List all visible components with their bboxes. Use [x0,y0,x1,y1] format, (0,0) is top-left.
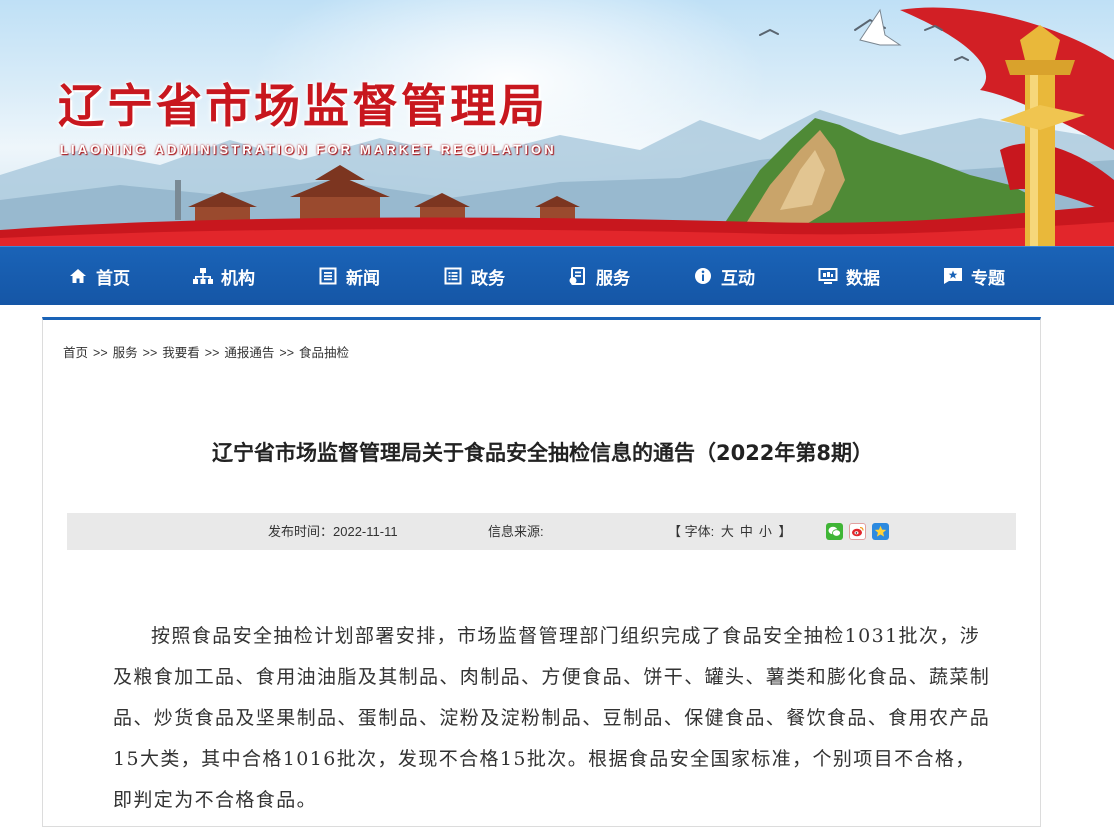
info-icon [693,266,713,286]
org-chart-icon [193,266,213,286]
nav-item-home[interactable]: 首页 [68,247,130,305]
breadcrumb-want-to-see[interactable]: 我要看 [162,346,200,360]
breadcrumb-service[interactable]: 服务 [113,346,138,360]
breadcrumb-food-inspection[interactable]: 食品抽检 [299,346,349,360]
qzone-share-icon[interactable] [872,523,889,540]
breadcrumb-separator: >> [204,346,220,360]
font-size-small-button[interactable]: 小 [759,524,772,539]
weibo-share-icon[interactable] [849,523,866,540]
source-label: 信息来源: [488,524,544,539]
data-icon [818,266,838,286]
font-label-close: 】 [778,524,792,539]
breadcrumb-home[interactable]: 首页 [63,346,88,360]
nav-label: 数据 [846,268,880,289]
nav-label: 专题 [971,268,1005,289]
publish-label: 发布时间： [268,524,334,539]
nav-item-interact[interactable]: 互动 [693,247,755,305]
nav-label: 服务 [596,268,630,289]
nav-item-org[interactable]: 机构 [193,247,255,305]
site-title: 辽宁省市场监督管理局 [58,79,548,133]
home-icon [68,266,88,286]
breadcrumb-separator: >> [93,346,108,360]
breadcrumb-separator: >> [142,346,158,360]
wechat-share-icon[interactable] [826,523,843,540]
nav-item-government[interactable]: 政务 [443,247,505,305]
tower [175,180,181,220]
nav-item-topics[interactable]: 专题 [943,247,1005,305]
font-size-medium-button[interactable]: 中 [740,524,753,539]
breadcrumb: 首页 >> 服务 >> 我要看 >> 通报通告 >> 食品抽检 [63,342,349,361]
publish-info: 发布时间：2022-11-11 [268,513,398,550]
content-card: 首页 >> 服务 >> 我要看 >> 通报通告 >> 食品抽检 辽宁省市场监督管理局关于食品安全… [42,317,1041,827]
breadcrumb-notices[interactable]: 通报通告 [224,346,274,360]
share-icons [826,523,889,540]
publish-date: 2022-11-11 [333,524,398,539]
nav-item-data[interactable]: 数据 [818,247,880,305]
nav-label: 机构 [221,268,255,289]
article-paragraph: 按照食品安全抽检计划部署安排，市场监督管理部门组织完成了食品安全抽检1031批次… [113,625,991,811]
list-icon [443,266,463,286]
nav-label: 政务 [471,268,505,289]
seagull [859,8,902,46]
site-subtitle: LIAONING ADMINISTRATION FOR MARKET REGUL… [60,142,557,157]
nav-item-service[interactable]: 服务 [568,247,630,305]
star-flag-icon [943,266,963,286]
service-icon [568,266,588,286]
nav-label: 互动 [721,268,755,289]
font-label-open: 【 字体: [668,524,715,539]
font-size-control: 【 字体: 大中小 】 [668,513,792,550]
main-nav: 首页 机构 新闻 政务 服务 互动 数据 专题 [0,246,1114,305]
nav-label: 首页 [96,268,130,289]
nav-label: 新闻 [346,268,380,289]
breadcrumb-separator: >> [279,346,294,360]
site-banner: 辽宁省市场监督管理局 LIAONING ADMINISTRATION FOR M… [0,0,1114,246]
font-size-large-button[interactable]: 大 [721,524,734,539]
news-icon [318,266,338,286]
article-meta-bar: 发布时间：2022-11-11 信息来源: 【 字体: 大中小 】 [67,513,1016,550]
article-title: 辽宁省市场监督管理局关于食品安全抽检信息的通告（2022年第8期） [211,441,874,465]
nav-item-news[interactable]: 新闻 [318,247,380,305]
